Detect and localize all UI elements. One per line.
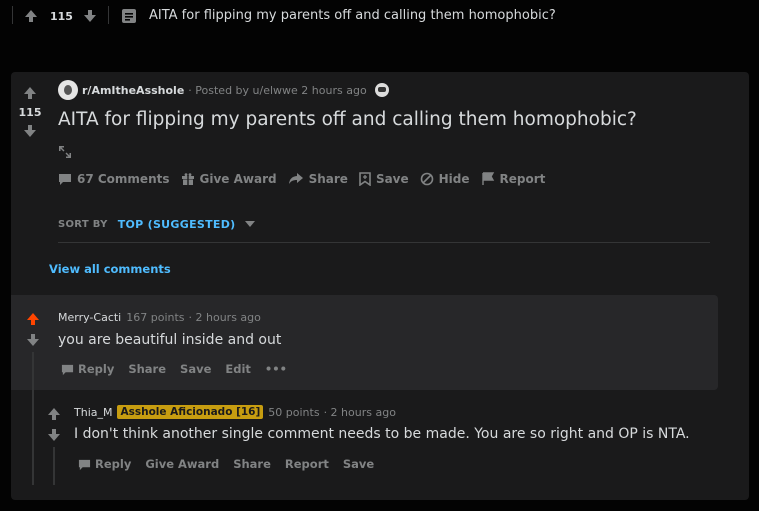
upvote-icon[interactable] (47, 406, 61, 425)
edit-button[interactable]: Edit (225, 362, 251, 376)
report-button[interactable]: Report (285, 457, 329, 471)
comment-meta: Thia_M Asshole Aficionado [16] 50 points… (74, 405, 396, 419)
expand-icon[interactable] (58, 144, 72, 163)
report-label: Report (499, 172, 546, 186)
post-card: 115 r/AmItheAsshole · Posted by u/elwwe … (11, 72, 749, 500)
hide-label: Hide (438, 172, 470, 186)
divider (108, 6, 109, 24)
share-button[interactable]: Share (233, 457, 271, 471)
comment-time: · 2 hours ago (323, 405, 396, 419)
comment-author[interactable]: Thia_M (74, 406, 112, 419)
comment-actions: Reply Share Save Edit ••• (61, 362, 301, 376)
upvote-icon[interactable] (23, 86, 37, 100)
post-title: AITA for flipping my parents off and cal… (58, 109, 637, 130)
sort-label: SORT BY (58, 219, 108, 230)
share-icon (288, 173, 303, 184)
downvote-icon[interactable] (47, 427, 61, 446)
comment-points: 167 points (126, 311, 185, 324)
post-actions: 67 Comments Give Award Share Save Hide R… (58, 172, 556, 186)
post-score: 115 (50, 10, 73, 23)
comment-time: · 2 hours ago (188, 311, 261, 324)
share-button[interactable]: Share (288, 172, 348, 186)
comment-points: 50 points (268, 405, 320, 419)
comment-icon (61, 364, 74, 375)
bookmark-icon (359, 172, 371, 186)
reply-button[interactable]: Reply (78, 457, 131, 471)
divider (58, 242, 710, 243)
reply-label: Reply (78, 362, 115, 376)
comment-author[interactable]: Merry-Cacti (58, 311, 121, 324)
give-award-label: Give Award (145, 457, 220, 471)
more-options-button[interactable]: ••• (265, 362, 287, 376)
more-options-icon: ••• (264, 362, 287, 376)
comment-body: I don't think another single comment nee… (74, 426, 690, 442)
give-award-button[interactable]: Give Award (145, 457, 219, 471)
give-award-label: Give Award (199, 172, 277, 186)
top-bar-title: AITA for flipping my parents off and cal… (149, 8, 556, 23)
give-award-button[interactable]: Give Award (181, 172, 277, 186)
save-label: Save (375, 172, 409, 186)
snoo-icon (374, 83, 389, 97)
comment-icon (59, 174, 71, 185)
sort-dropdown[interactable]: TOP (SUGGESTED) (118, 218, 236, 231)
flag-icon (481, 172, 494, 185)
comment-icon (78, 459, 91, 470)
comments-label: 67 Comments (77, 172, 170, 186)
reply-button[interactable]: Reply (61, 362, 114, 376)
subreddit-link[interactable]: r/AmItheAsshole (82, 84, 184, 97)
save-button[interactable]: Save (180, 362, 211, 376)
downvote-icon[interactable] (83, 9, 97, 23)
downvote-icon[interactable] (26, 332, 40, 351)
user-flair: Asshole Aficionado [16] (117, 405, 264, 419)
share-button[interactable]: Share (128, 362, 166, 376)
share-label: Share (128, 362, 167, 376)
hide-button[interactable]: Hide (420, 172, 470, 186)
vote-score: 115 (18, 106, 42, 119)
top-bar: 115 AITA for flipping my parents off and… (0, 0, 759, 34)
divider (12, 6, 13, 24)
gift-icon (181, 173, 194, 185)
save-button[interactable]: Save (359, 172, 409, 186)
upvote-icon[interactable] (26, 311, 40, 330)
save-button[interactable]: Save (343, 457, 374, 471)
edit-label: Edit (225, 362, 251, 376)
view-all-comments-link[interactable]: View all comments (49, 262, 171, 276)
comment-body: you are beautiful inside and out (58, 332, 282, 348)
posted-by: · Posted by u/elwwe 2 hours ago (188, 83, 367, 97)
report-button[interactable]: Report (481, 172, 546, 186)
report-label: Report (284, 457, 329, 471)
reply-label: Reply (95, 457, 132, 471)
share-label: Share (233, 457, 271, 471)
hide-icon (420, 172, 433, 186)
comments-button[interactable]: 67 Comments (58, 172, 170, 186)
upvote-icon[interactable] (24, 9, 38, 23)
comment-actions: Reply Give Award Share Report Save (78, 457, 388, 471)
thread-line[interactable] (53, 447, 55, 485)
post-icon (121, 8, 137, 28)
thread-line[interactable] (32, 352, 34, 485)
share-label: Share (308, 172, 348, 186)
sort-bar: SORT BY TOP (SUGGESTED) (58, 218, 255, 231)
comment-meta: Merry-Cacti 167 points · 2 hours ago (58, 311, 261, 324)
downvote-icon[interactable] (23, 124, 37, 138)
chevron-down-icon[interactable] (244, 219, 255, 230)
subreddit-avatar[interactable] (58, 80, 78, 100)
save-label: Save (180, 362, 212, 376)
save-label: Save (342, 457, 375, 471)
post-meta: r/AmItheAsshole · Posted by u/elwwe 2 ho… (58, 80, 389, 100)
